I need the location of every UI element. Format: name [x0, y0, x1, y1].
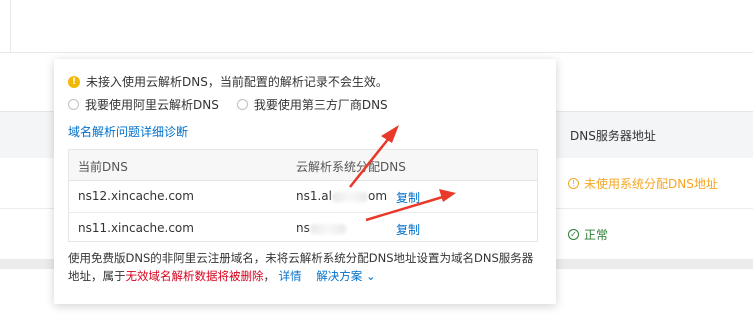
note-warning-text: 无效域名解析数据将被删除	[125, 269, 264, 283]
solution-label[interactable]: 解决方案	[316, 269, 362, 283]
dns-table: 当前DNS 云解析系统分配DNS ns12.xincache.com ns1.a…	[68, 149, 538, 242]
current-dns-value: ns11.xincache.com	[78, 221, 194, 235]
warning-icon: !	[568, 178, 579, 189]
radio-third-party-dns[interactable]: 我要使用第三方厂商DNS	[236, 96, 388, 113]
dns-choice-radios: 我要使用阿里云解析DNS 我要使用第三方厂商DNS	[68, 96, 406, 113]
copy-button[interactable]: 复制	[396, 221, 420, 238]
dns-warning: ! 未接入使用云解析DNS，当前配置的解析记录不会生效。	[68, 73, 388, 90]
status-text: 正常	[584, 228, 609, 242]
radio-circle-icon[interactable]	[68, 99, 79, 110]
radio-label[interactable]: 我要使用阿里云解析DNS	[85, 96, 219, 113]
assigned-dns-suffix: om	[368, 189, 388, 203]
note-punct: ，	[263, 269, 276, 283]
dns-table-header: 当前DNS 云解析系统分配DNS	[69, 150, 537, 181]
redacted-blur	[309, 223, 346, 234]
dns-popover: ! 未接入使用云解析DNS，当前配置的解析记录不会生效。 我要使用阿里云解析DN…	[54, 59, 556, 304]
assigned-dns-value: ns	[296, 221, 346, 235]
dns-status-warning: ! 未使用系统分配DNS地址	[568, 175, 718, 192]
assigned-dns-value: ns1.al om	[296, 189, 387, 203]
dns-server-column-header: DNS服务器地址	[570, 129, 656, 143]
chevron-down-icon[interactable]: ⌄	[366, 269, 376, 283]
solution-link[interactable]: 解决方案 ⌄	[316, 269, 375, 283]
radio-aliyun-dns[interactable]: 我要使用阿里云解析DNS	[68, 96, 219, 113]
header-assigned-dns: 云解析系统分配DNS	[296, 160, 406, 174]
diagnose-link[interactable]: 域名解析问题详细诊断	[68, 123, 188, 140]
assigned-dns-prefix: ns1.al	[296, 189, 332, 203]
details-link[interactable]: 详情	[279, 269, 302, 283]
dns-status-ok: ✓ 正常	[568, 226, 608, 243]
check-icon: ✓	[568, 229, 579, 240]
copy-button[interactable]: 复制	[396, 189, 420, 206]
header-current-dns: 当前DNS	[78, 160, 128, 174]
table-row: ns11.xincache.com ns 复制	[69, 213, 537, 244]
radio-label[interactable]: 我要使用第三方厂商DNS	[254, 96, 388, 113]
warning-icon: !	[68, 75, 80, 88]
radio-circle-icon[interactable]	[236, 99, 248, 110]
status-text: 未使用系统分配DNS地址	[584, 177, 718, 191]
free-dns-note: 使用免费版DNS的非阿里云注册域名，未将云解析系统分配DNS地址设置为域名DNS…	[68, 249, 542, 285]
assigned-dns-prefix: ns	[296, 221, 310, 235]
top-bar	[0, 0, 753, 53]
redacted-blur	[332, 191, 368, 202]
current-dns-value: ns12.xincache.com	[78, 189, 194, 203]
top-tab[interactable]	[0, 0, 11, 52]
warning-text: 未接入使用云解析DNS，当前配置的解析记录不会生效。	[86, 75, 388, 89]
table-row: ns12.xincache.com ns1.al om 复制	[69, 181, 537, 213]
